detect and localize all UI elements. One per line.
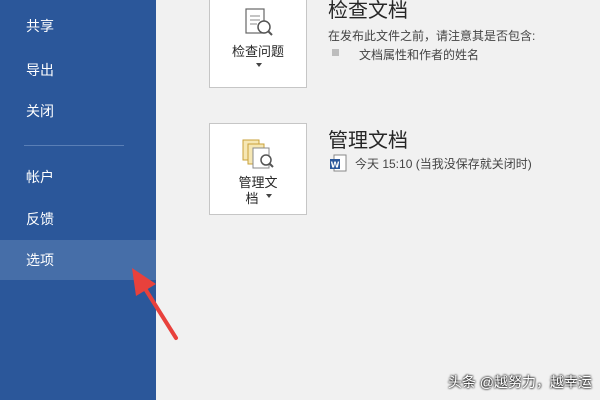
watermark-text: 头条 @越努力，越幸运 — [447, 374, 592, 390]
red-arrow-icon — [132, 268, 178, 340]
